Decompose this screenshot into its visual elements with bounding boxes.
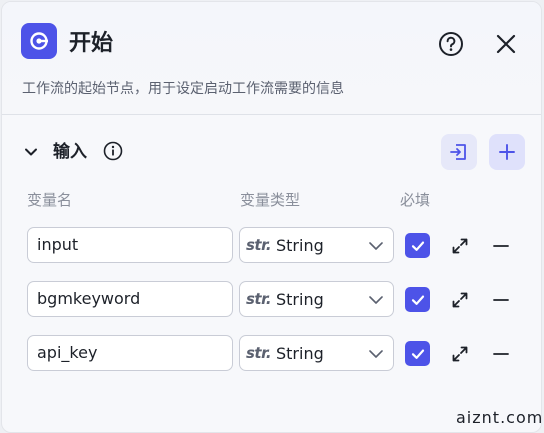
chevron-down-icon[interactable] — [23, 144, 39, 160]
import-button[interactable] — [441, 134, 477, 170]
info-icon[interactable] — [103, 141, 123, 161]
minus-icon[interactable] — [491, 290, 511, 310]
check-icon — [411, 349, 424, 359]
variable-row: bgmkeyword str. String — [2, 281, 541, 317]
add-variable-button[interactable] — [489, 134, 525, 170]
minus-icon[interactable] — [491, 236, 511, 256]
check-icon — [411, 295, 424, 305]
input-section-header: 输入 — [2, 132, 541, 172]
required-checkbox[interactable] — [405, 341, 430, 366]
expand-icon[interactable] — [450, 236, 470, 256]
column-header-required: 必填 — [400, 191, 431, 209]
type-prefix: str. — [246, 290, 272, 308]
type-prefix: str. — [246, 344, 272, 362]
column-header-name: 变量名 — [27, 191, 73, 209]
expand-icon[interactable] — [450, 344, 470, 364]
variable-name-input[interactable]: input — [27, 227, 233, 263]
type-value: String — [276, 344, 324, 363]
import-icon — [450, 144, 466, 160]
node-description: 工作流的起始节点，用于设定启动工作流需要的信息 — [22, 81, 344, 97]
help-circle-icon[interactable] — [437, 30, 465, 58]
panel-header: 开始 工作流的起始节点，用于设定启动工作流需要的信息 — [2, 2, 541, 115]
type-value: String — [276, 290, 324, 309]
variable-name-input[interactable]: api_key — [27, 335, 233, 371]
section-title: 输入 — [53, 142, 87, 162]
variable-type-select[interactable]: str. String — [239, 227, 394, 263]
required-checkbox[interactable] — [405, 233, 430, 258]
chevron-down-icon — [369, 242, 383, 250]
type-prefix: str. — [246, 236, 272, 254]
start-node-panel: 开始 工作流的起始节点，用于设定启动工作流需要的信息 输入 变量名 变量类型 必… — [1, 1, 542, 433]
page-title: 开始 — [69, 31, 114, 56]
chevron-down-icon — [369, 296, 383, 304]
variable-type-select[interactable]: str. String — [239, 335, 394, 371]
close-icon[interactable] — [492, 30, 520, 58]
watermark: aiznt.com — [456, 408, 542, 427]
expand-icon[interactable] — [450, 290, 470, 310]
minus-icon[interactable] — [491, 344, 511, 364]
required-checkbox[interactable] — [405, 287, 430, 312]
type-value: String — [276, 236, 324, 255]
variable-type-select[interactable]: str. String — [239, 281, 394, 317]
chevron-down-icon — [369, 350, 383, 358]
start-node-icon — [21, 23, 57, 59]
variable-row: api_key str. String — [2, 335, 541, 371]
check-icon — [411, 241, 424, 251]
plus-icon — [499, 144, 515, 160]
variable-name-input[interactable]: bgmkeyword — [27, 281, 233, 317]
column-header-type: 变量类型 — [240, 191, 301, 209]
variable-row: input str. String — [2, 227, 541, 263]
